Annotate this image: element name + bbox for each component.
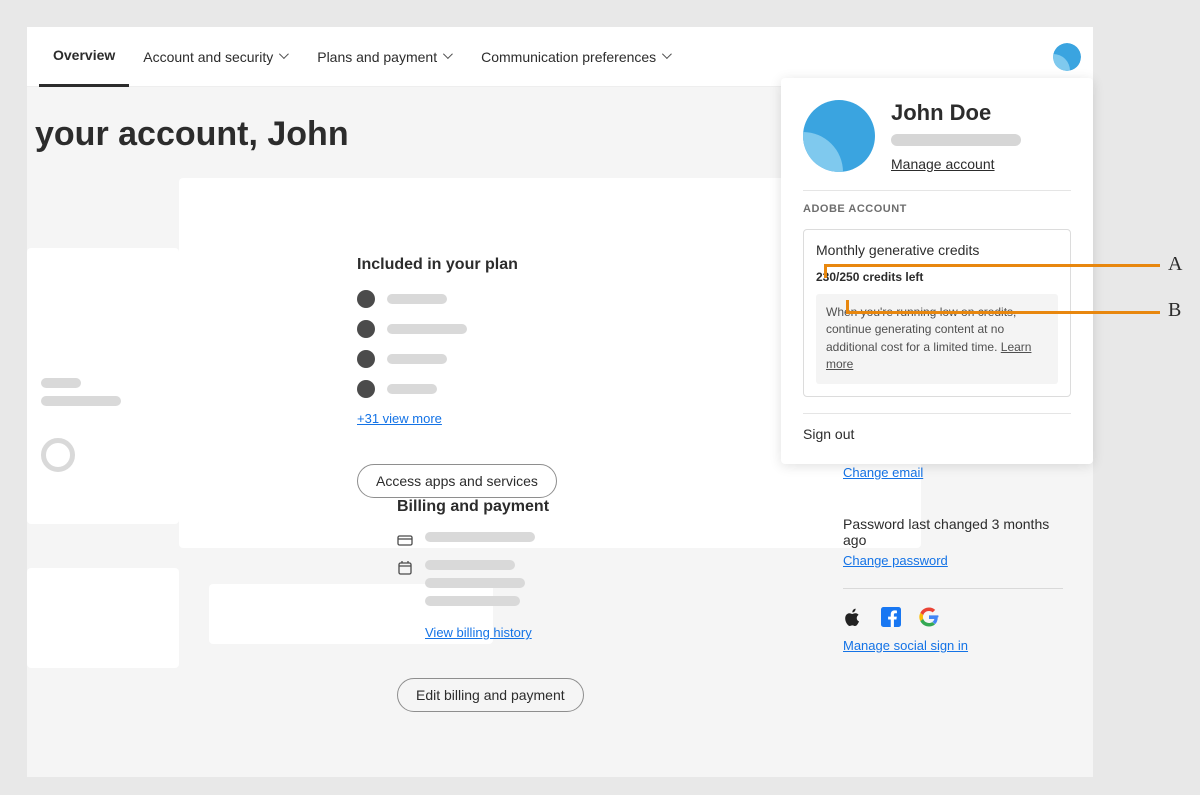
nav-label: Plans and payment [317,49,437,65]
skeleton-line [425,560,515,570]
list-item [357,380,607,398]
google-icon [919,607,939,627]
email-section: Change email [843,464,1063,482]
divider [803,190,1071,191]
account-popover: John Doe Manage account ADOBE ACCOUNT Mo… [781,78,1093,464]
change-email-link[interactable]: Change email [843,465,923,480]
list-item [357,290,607,308]
manage-account-link[interactable]: Manage account [891,156,995,172]
credits-title: Monthly generative credits [816,242,1058,258]
billing-section: Billing and payment View billing history… [397,498,667,712]
skeleton-line [387,354,447,364]
list-item [357,320,607,338]
list-item [397,560,667,606]
skeleton-line [425,578,525,588]
list-item [357,350,607,368]
divider [843,588,1063,589]
skeleton-line [891,134,1021,146]
calendar-icon [397,560,413,576]
access-apps-button[interactable]: Access apps and services [357,464,557,498]
view-more-link[interactable]: +31 view more [357,411,442,426]
change-password-link[interactable]: Change password [843,553,948,568]
callout-line-b [846,311,1160,314]
nav-label: Account and security [143,49,273,65]
skeleton-line [41,378,81,388]
chevron-down-icon [279,52,289,62]
app-dot-icon [357,320,375,338]
facebook-icon [881,607,901,627]
avatar-large [803,100,875,172]
skeleton-line [425,596,520,606]
nav-account-security[interactable]: Account and security [129,27,303,87]
social-row [843,607,1063,627]
nav-communication-preferences[interactable]: Communication preferences [467,27,686,87]
divider [803,413,1071,414]
edit-billing-button[interactable]: Edit billing and payment [397,678,584,712]
included-title: Included in your plan [357,256,607,274]
callout-line-a [824,264,1160,267]
skeleton-line [387,324,467,334]
avatar-button[interactable] [1053,43,1081,71]
chevron-down-icon [662,52,672,62]
skeleton-circle [41,438,75,472]
password-note: Password last changed 3 months ago [843,516,1063,548]
skeleton-line [387,294,447,304]
skeleton-line [387,384,437,394]
view-billing-history-link[interactable]: View billing history [425,625,532,640]
app-dot-icon [357,290,375,308]
list-item [397,532,667,548]
callout-label-b: B [1168,299,1181,322]
user-name: John Doe [891,100,1021,126]
skeleton-line [425,532,535,542]
nav-label: Communication preferences [481,49,656,65]
skeleton-line [41,396,121,406]
apple-icon [843,607,863,627]
card-fragment [27,568,179,668]
app-dot-icon [357,350,375,368]
billing-title: Billing and payment [397,498,667,516]
included-section: Included in your plan +31 view more Acce… [357,256,607,498]
card-icon [397,532,413,548]
nav-overview[interactable]: Overview [39,27,129,87]
credits-note: When you're running low on credits, cont… [816,294,1058,384]
account-info-column: Change email Password last changed 3 mon… [843,430,1063,655]
app-dot-icon [357,380,375,398]
sign-out-button[interactable]: Sign out [803,426,1071,442]
popover-section-label: ADOBE ACCOUNT [803,203,1071,215]
avatar-icon [1053,43,1081,71]
manage-social-link[interactable]: Manage social sign in [843,638,968,653]
nav-plans-payment[interactable]: Plans and payment [303,27,467,87]
password-section: Password last changed 3 months ago Chang… [843,516,1063,570]
chevron-down-icon [443,52,453,62]
credits-remaining: 230/250 credits left [816,270,1058,284]
plan-card-fragment [27,248,179,524]
callout-label-a: A [1168,253,1182,276]
